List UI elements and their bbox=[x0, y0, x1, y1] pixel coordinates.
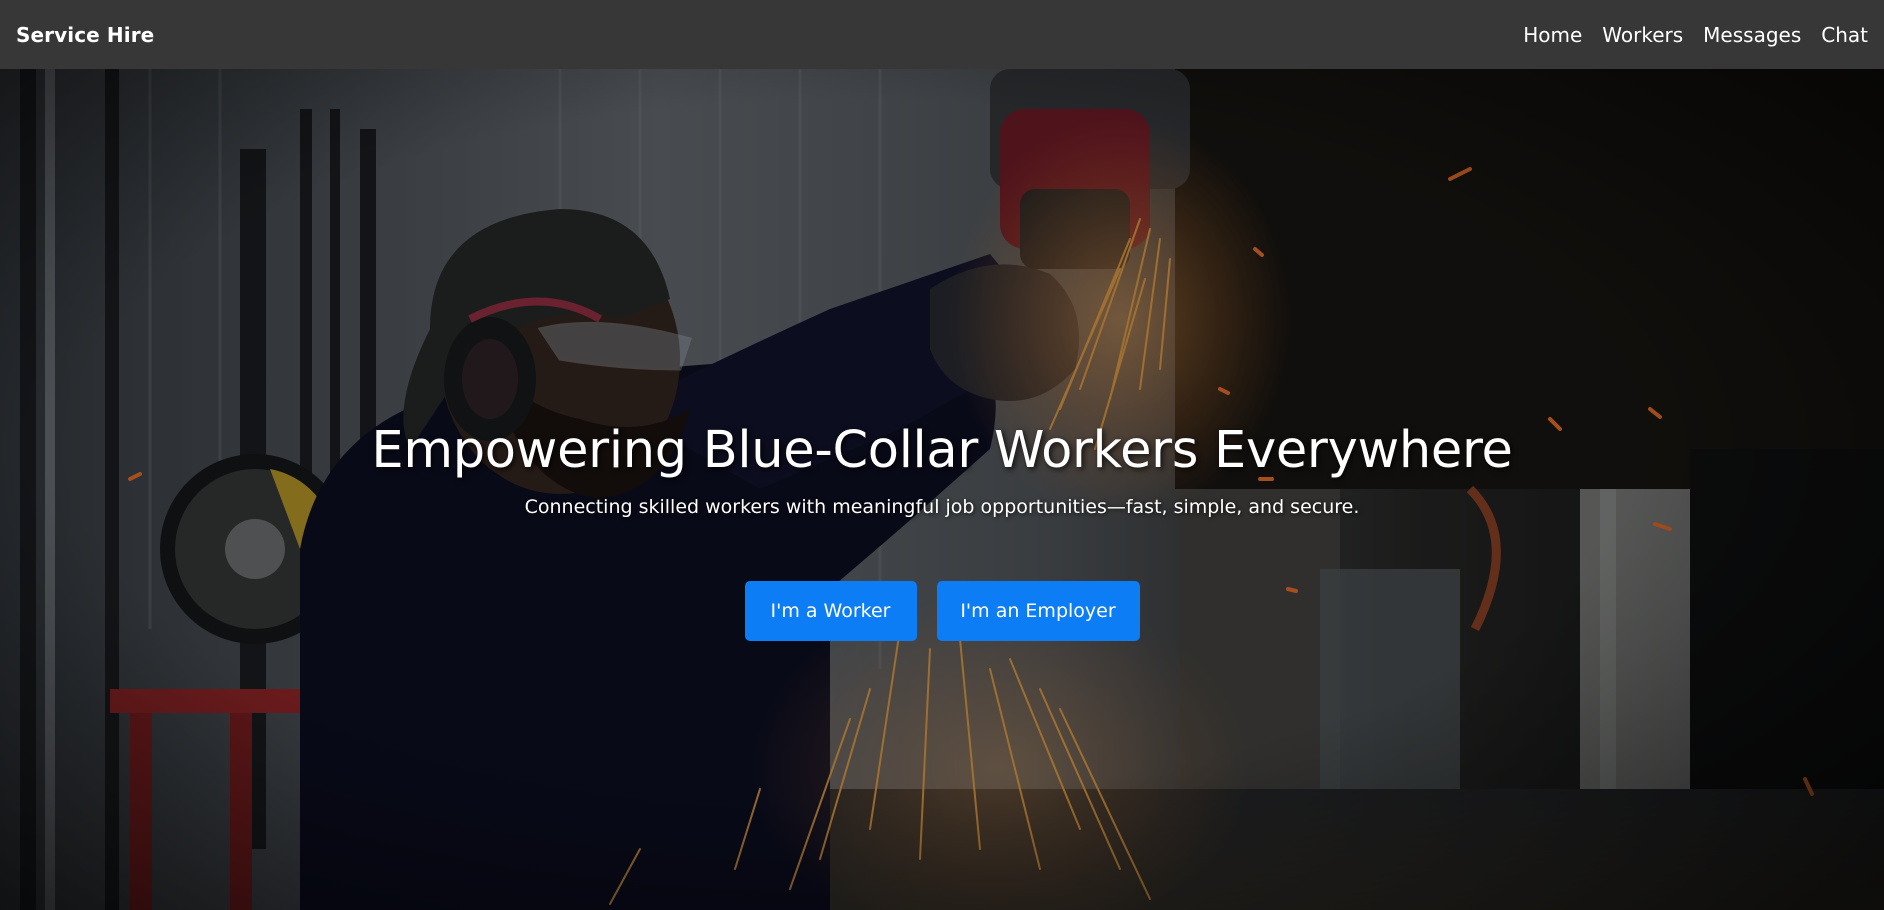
nav-link-workers[interactable]: Workers bbox=[1602, 23, 1683, 47]
hero-content: Empowering Blue-Collar Workers Everywher… bbox=[0, 69, 1884, 910]
hero-subtitle: Connecting skilled workers with meaningf… bbox=[524, 496, 1360, 518]
employer-cta-button[interactable]: I'm an Employer bbox=[936, 581, 1140, 641]
top-navbar: Service Hire Home Workers Messages Chat bbox=[0, 0, 1884, 69]
nav-link-messages[interactable]: Messages bbox=[1703, 23, 1801, 47]
nav-link-home[interactable]: Home bbox=[1523, 23, 1582, 47]
hero-section: Empowering Blue-Collar Workers Everywher… bbox=[0, 69, 1884, 910]
brand-logo-link[interactable]: Service Hire bbox=[16, 23, 154, 47]
hero-cta-group: I'm a Worker I'm an Employer bbox=[0, 581, 1884, 641]
worker-cta-button[interactable]: I'm a Worker bbox=[744, 581, 917, 641]
nav-links: Home Workers Messages Chat bbox=[1523, 23, 1868, 47]
nav-link-chat[interactable]: Chat bbox=[1821, 23, 1868, 47]
hero-title: Empowering Blue-Collar Workers Everywher… bbox=[371, 421, 1513, 480]
